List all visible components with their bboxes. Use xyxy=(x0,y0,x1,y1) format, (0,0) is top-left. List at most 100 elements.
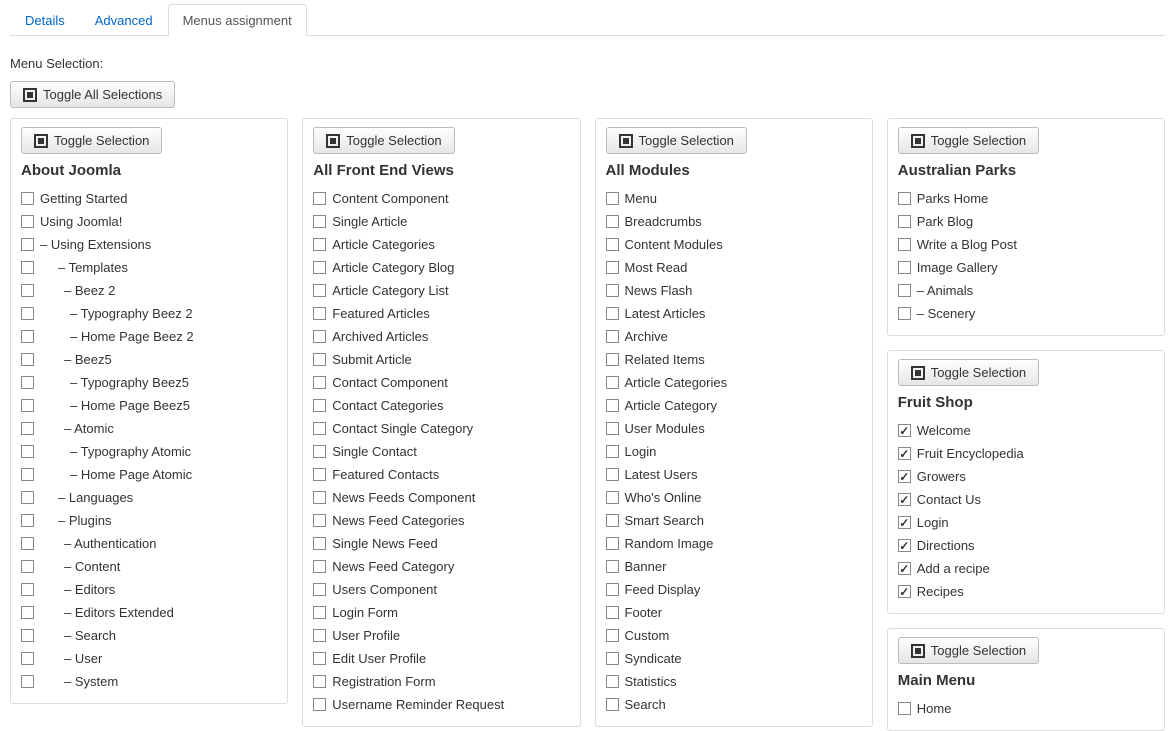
checkbox[interactable] xyxy=(606,629,619,642)
checkbox[interactable] xyxy=(606,583,619,596)
checkbox[interactable] xyxy=(313,376,326,389)
checkbox[interactable] xyxy=(21,675,34,688)
checkbox[interactable] xyxy=(606,445,619,458)
checkbox[interactable] xyxy=(313,238,326,251)
checkbox[interactable] xyxy=(898,585,911,598)
checkbox[interactable] xyxy=(21,514,34,527)
checkbox[interactable] xyxy=(313,491,326,504)
checkbox[interactable] xyxy=(313,468,326,481)
item-label: – Scenery xyxy=(917,305,976,322)
checkbox[interactable] xyxy=(21,215,34,228)
tab-advanced[interactable]: Advanced xyxy=(80,4,168,36)
toggle-selection-button[interactable]: Toggle Selection xyxy=(898,127,1039,154)
checkbox[interactable] xyxy=(898,702,911,715)
checkbox[interactable] xyxy=(21,468,34,481)
checkbox[interactable] xyxy=(21,629,34,642)
checkbox[interactable] xyxy=(313,629,326,642)
checkbox[interactable] xyxy=(313,537,326,550)
checkbox[interactable] xyxy=(313,560,326,573)
toggle-selection-button[interactable]: Toggle Selection xyxy=(313,127,454,154)
checkbox[interactable] xyxy=(21,537,34,550)
checkbox[interactable] xyxy=(606,468,619,481)
checkbox[interactable] xyxy=(313,445,326,458)
checkbox[interactable] xyxy=(313,353,326,366)
checkbox[interactable] xyxy=(606,376,619,389)
checkbox[interactable] xyxy=(21,583,34,596)
checkbox[interactable] xyxy=(21,652,34,665)
checkbox[interactable] xyxy=(606,261,619,274)
toggle-selection-button[interactable]: Toggle Selection xyxy=(898,637,1039,664)
checkbox[interactable] xyxy=(606,491,619,504)
checkbox[interactable] xyxy=(606,353,619,366)
checkbox[interactable] xyxy=(606,307,619,320)
checkbox[interactable] xyxy=(606,192,619,205)
checkbox[interactable] xyxy=(898,562,911,575)
checkbox[interactable] xyxy=(21,238,34,251)
checkbox[interactable] xyxy=(21,606,34,619)
checkbox[interactable] xyxy=(606,514,619,527)
item-label: Content Component xyxy=(332,190,448,207)
toggle-selection-button[interactable]: Toggle Selection xyxy=(606,127,747,154)
checkbox[interactable] xyxy=(313,652,326,665)
checkbox[interactable] xyxy=(21,560,34,573)
toggle-all-button[interactable]: Toggle All Selections xyxy=(10,81,175,108)
checkbox[interactable] xyxy=(313,422,326,435)
checkbox[interactable] xyxy=(313,192,326,205)
tab-menus-assignment[interactable]: Menus assignment xyxy=(168,4,307,36)
checkbox[interactable] xyxy=(21,353,34,366)
checkbox[interactable] xyxy=(313,215,326,228)
checkbox[interactable] xyxy=(898,470,911,483)
checkbox[interactable] xyxy=(313,675,326,688)
checkbox[interactable] xyxy=(898,424,911,437)
checkbox[interactable] xyxy=(21,284,34,297)
checkbox[interactable] xyxy=(606,606,619,619)
list-item: Single News Feed xyxy=(313,532,569,555)
checkbox[interactable] xyxy=(21,445,34,458)
checkbox[interactable] xyxy=(21,376,34,389)
toggle-selection-button[interactable]: Toggle Selection xyxy=(898,359,1039,386)
checkbox[interactable] xyxy=(313,261,326,274)
checkbox[interactable] xyxy=(606,284,619,297)
toggle-selection-button[interactable]: Toggle Selection xyxy=(21,127,162,154)
tab-details[interactable]: Details xyxy=(10,4,80,36)
checkbox[interactable] xyxy=(898,516,911,529)
checkbox[interactable] xyxy=(21,491,34,504)
checkbox[interactable] xyxy=(606,399,619,412)
checkbox[interactable] xyxy=(313,399,326,412)
checkbox[interactable] xyxy=(898,215,911,228)
checkbox[interactable] xyxy=(313,698,326,711)
toggle-icon xyxy=(326,134,340,148)
checkbox[interactable] xyxy=(21,330,34,343)
checkbox[interactable] xyxy=(606,698,619,711)
columns-container: Toggle SelectionAbout JoomlaGetting Star… xyxy=(10,118,1165,731)
checkbox[interactable] xyxy=(606,560,619,573)
checkbox[interactable] xyxy=(313,284,326,297)
checkbox[interactable] xyxy=(313,307,326,320)
checkbox[interactable] xyxy=(606,422,619,435)
checkbox[interactable] xyxy=(606,652,619,665)
checkbox[interactable] xyxy=(606,215,619,228)
checkbox[interactable] xyxy=(606,330,619,343)
checkbox[interactable] xyxy=(21,192,34,205)
checkbox[interactable] xyxy=(606,537,619,550)
checkbox[interactable] xyxy=(898,539,911,552)
list-item: Latest Articles xyxy=(606,302,862,325)
checkbox[interactable] xyxy=(898,238,911,251)
checkbox[interactable] xyxy=(898,307,911,320)
checkbox[interactable] xyxy=(313,330,326,343)
checkbox[interactable] xyxy=(898,447,911,460)
item-label: Park Blog xyxy=(917,213,973,230)
checkbox[interactable] xyxy=(898,284,911,297)
checkbox[interactable] xyxy=(21,399,34,412)
checkbox[interactable] xyxy=(313,606,326,619)
checkbox[interactable] xyxy=(21,261,34,274)
checkbox[interactable] xyxy=(606,675,619,688)
checkbox[interactable] xyxy=(898,493,911,506)
checkbox[interactable] xyxy=(898,192,911,205)
checkbox[interactable] xyxy=(898,261,911,274)
checkbox[interactable] xyxy=(313,514,326,527)
checkbox[interactable] xyxy=(606,238,619,251)
checkbox[interactable] xyxy=(21,422,34,435)
checkbox[interactable] xyxy=(21,307,34,320)
checkbox[interactable] xyxy=(313,583,326,596)
